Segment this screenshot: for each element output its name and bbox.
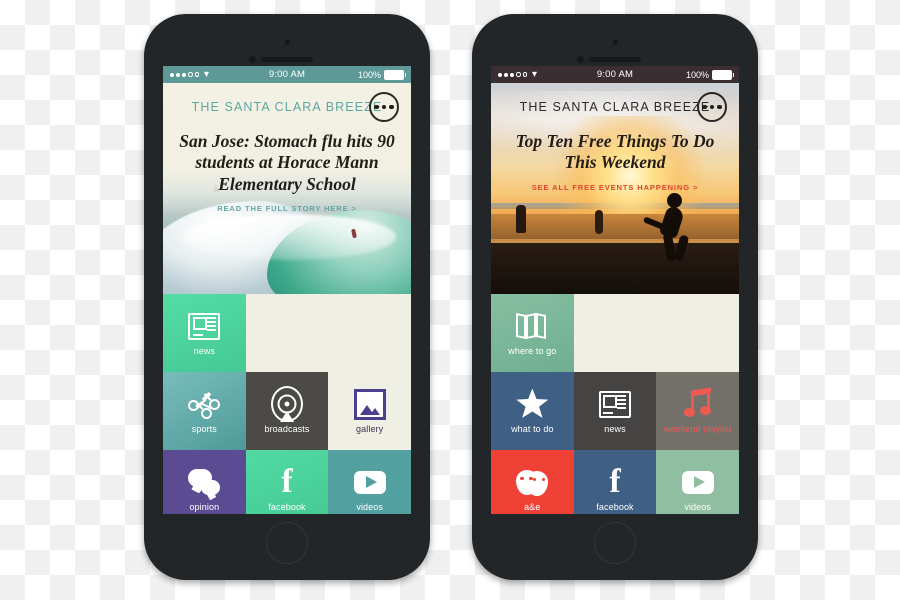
tile-label: gallery	[356, 424, 384, 434]
tile-grid-left: news sports broadcasts gallery opinion f…	[163, 294, 411, 514]
masthead-title: THE SANTA CLARA BREEZE	[519, 100, 711, 114]
headline-text: Top Ten Free Things To Do This Weekend	[515, 131, 715, 173]
tile-ae[interactable]: a&e	[491, 450, 574, 514]
tile-label: broadcasts	[264, 424, 310, 434]
tile-label: what to do	[511, 424, 554, 434]
tile-label: videos	[356, 502, 383, 512]
music-note-icon	[683, 387, 713, 419]
theatre-masks-icon	[516, 469, 549, 496]
screen-right: ▾ 9:00 AM 100% THE SANTA CLARA BREEZE To…	[491, 66, 739, 514]
tile-gallery[interactable]: gallery	[328, 372, 411, 450]
screen-left: ▾ 9:00 AM 100% THE SANTA CLARA BREEZE Sa…	[163, 66, 411, 514]
tile-empty	[656, 294, 739, 372]
tile-facebook[interactable]: f facebook	[573, 450, 657, 514]
home-button[interactable]	[594, 522, 636, 564]
status-bar: ▾ 9:00 AM 100%	[163, 66, 411, 83]
play-icon	[681, 470, 714, 494]
photo-icon	[353, 388, 386, 420]
tile-label: opinion	[189, 502, 220, 512]
facebook-icon: f	[609, 463, 621, 500]
more-dots-icon[interactable]	[697, 92, 727, 122]
battery-status: 100%	[685, 69, 734, 80]
tile-label: sports	[191, 424, 217, 434]
speech-bubbles-icon	[188, 469, 221, 495]
tile-label: facebook	[596, 502, 634, 512]
app-nav-left: THE SANTA CLARA BREEZE	[163, 83, 411, 125]
broadcast-icon	[270, 386, 303, 422]
tile-sports[interactable]: sports	[163, 372, 246, 450]
battery-percent-label: 100%	[685, 69, 709, 80]
headline-text: San Jose: Stomach flu hits 90 students a…	[179, 131, 395, 194]
app-nav-right: THE SANTA CLARA BREEZE	[491, 83, 739, 125]
newspaper-icon	[598, 390, 631, 418]
bystander-silhouette	[595, 209, 604, 234]
home-button[interactable]	[266, 522, 308, 564]
tile-opinion[interactable]: opinion	[163, 450, 246, 514]
earpiece-speaker	[261, 57, 313, 62]
play-icon	[353, 470, 386, 494]
wave-foam	[182, 213, 397, 261]
tile-label: videos	[684, 502, 711, 512]
tile-label: where to go	[508, 346, 557, 356]
tile-videos[interactable]: videos	[328, 450, 411, 514]
proximity-sensor	[285, 40, 290, 45]
bystander-silhouette	[515, 205, 526, 234]
hero-left: THE SANTA CLARA BREEZE San Jose: Stomach…	[163, 83, 411, 294]
tile-broadcasts[interactable]: broadcasts	[245, 372, 329, 450]
tile-grid-right: where to go what to do news weekend play…	[491, 294, 739, 514]
skateboarder-silhouette	[643, 189, 699, 267]
hero-right: THE SANTA CLARA BREEZE Top Ten Free Thin…	[491, 83, 739, 294]
headline-block-right: Top Ten Free Things To Do This Weekend S…	[491, 125, 739, 192]
tile-what-to-do[interactable]: what to do	[491, 372, 574, 450]
battery-full-icon	[712, 69, 734, 80]
tile-label: news	[193, 346, 216, 356]
phone-mockup-left: ▾ 9:00 AM 100% THE SANTA CLARA BREEZE Sa…	[144, 14, 430, 580]
tile-weekend-playlist[interactable]: weekend playlist	[656, 372, 739, 450]
tile-videos[interactable]: videos	[656, 450, 739, 514]
more-dots-icon[interactable]	[369, 92, 399, 122]
newspaper-icon	[188, 312, 221, 340]
phone-mockup-right: ▾ 9:00 AM 100% THE SANTA CLARA BREEZE To…	[472, 14, 758, 580]
tile-where-to-go[interactable]: where to go	[491, 294, 574, 372]
front-camera	[577, 56, 584, 63]
read-full-story-link[interactable]: READ THE FULL STORY HERE >	[177, 204, 397, 213]
see-all-events-link[interactable]: SEE ALL FREE EVENTS HAPPENING >	[505, 183, 725, 192]
facebook-icon: f	[281, 463, 293, 500]
battery-status: 100%	[357, 69, 406, 80]
tile-news[interactable]: news	[573, 372, 657, 450]
battery-percent-label: 100%	[357, 69, 381, 80]
tile-empty	[574, 294, 657, 372]
tile-label: news	[604, 424, 626, 434]
tile-label: a&e	[524, 502, 541, 512]
earpiece-speaker	[589, 57, 641, 62]
foreground-deck	[491, 243, 739, 294]
proximity-sensor	[613, 40, 618, 45]
map-icon	[516, 313, 548, 339]
status-bar: ▾ 9:00 AM 100%	[491, 66, 739, 83]
playbook-icon	[188, 389, 221, 419]
tile-label: facebook	[268, 502, 306, 512]
tile-facebook[interactable]: f facebook	[245, 450, 329, 514]
masthead-title: THE SANTA CLARA BREEZE	[191, 100, 383, 114]
tile-empty	[328, 294, 411, 372]
headline-block-left: San Jose: Stomach flu hits 90 students a…	[163, 125, 411, 213]
star-icon	[516, 388, 549, 418]
battery-full-icon	[384, 69, 406, 80]
tile-label: weekend playlist	[663, 424, 732, 434]
front-camera	[249, 56, 256, 63]
tile-empty	[246, 294, 329, 372]
tile-news[interactable]: news	[163, 294, 246, 372]
